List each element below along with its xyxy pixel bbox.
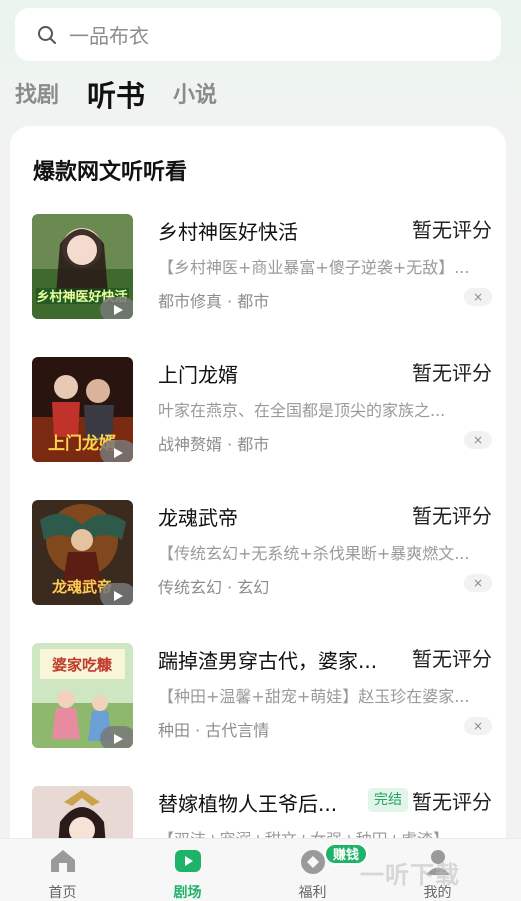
play-icon[interactable]	[100, 297, 133, 319]
cover-title-text: 婆家吃糠	[52, 656, 113, 674]
theater-play-icon	[174, 850, 201, 872]
tab-novel[interactable]: 小说	[173, 76, 217, 116]
play-icon[interactable]	[100, 583, 133, 605]
book-title: 踹掉渣男穿古代，婆家...	[158, 649, 378, 673]
home-icon	[50, 850, 75, 872]
book-title: 替嫁植物人王爷后...	[158, 792, 338, 816]
book-item[interactable]: 乡村神医好快活 乡村神医好快活 暂无评分 【乡村神医+商业暴富+傻子逆袭+无敌】…	[32, 214, 492, 320]
watermark-logo: 一听下载	[360, 861, 460, 889]
coin-icon	[300, 850, 325, 874]
book-item[interactable]: 上门龙婿 上门龙婿 暂无评分 叶家在燕京、在全国都是顶尖的家族之... 战神赘婿…	[32, 357, 492, 463]
book-item[interactable]: 婆家吃糠 踹掉渣男穿古代，婆家... 暂无评分 【种田+温馨+甜宠+萌娃】赵玉珍…	[32, 643, 492, 749]
book-rating: 暂无评分	[412, 647, 492, 671]
tab-find-drama[interactable]: 找剧	[15, 76, 59, 116]
play-icon[interactable]	[100, 440, 133, 462]
recommend-card: 爆款网文听听看 乡村神医好快活 乡村神医好快活 暂无评分 【乡村神医+商业暴富+…	[10, 126, 506, 866]
play-icon[interactable]	[100, 726, 133, 748]
book-cover[interactable]: 上门龙婿	[32, 357, 133, 462]
book-item[interactable]: 龙魂武帝 龙魂武帝 暂无评分 【传统玄幻+无系统+杀伐果断+暴爽燃文... 传统…	[32, 500, 492, 606]
book-desc: 叶家在燕京、在全国都是顶尖的家族之...	[158, 401, 446, 420]
book-title: 龙魂武帝	[158, 506, 238, 530]
section-title: 爆款网文听听看	[33, 160, 188, 185]
dismiss-icon[interactable]: ×	[464, 574, 492, 592]
book-cover[interactable]: 婆家吃糠	[32, 643, 133, 748]
book-desc: 【传统玄幻+无系统+杀伐果断+暴爽燃文...	[158, 544, 470, 563]
completed-badge: 完结	[368, 788, 408, 812]
nav-welfare-label: 福利	[298, 885, 327, 901]
dismiss-icon[interactable]: ×	[464, 288, 492, 306]
search-icon	[38, 25, 56, 44]
book-title: 乡村神医好快活	[158, 220, 298, 244]
book-rating: 暂无评分	[412, 790, 492, 814]
book-title: 上门龙婿	[158, 363, 238, 387]
book-desc: 【乡村神医+商业暴富+傻子逆袭+无敌】...	[158, 258, 470, 277]
nav-theater-label: 剧场	[173, 885, 202, 901]
book-desc: 【种田+温馨+甜宠+萌娃】赵玉珍在婆家...	[158, 687, 470, 706]
nav-theater[interactable]: 剧场	[125, 839, 250, 901]
search-placeholder: 一品布衣	[69, 24, 149, 48]
book-rating: 暂无评分	[412, 218, 492, 242]
nav-home[interactable]: 首页	[0, 839, 125, 901]
book-rating: 暂无评分	[412, 504, 492, 528]
book-rating: 暂无评分	[412, 361, 492, 385]
search-bar[interactable]: 一品布衣	[15, 8, 501, 61]
book-tags: 战神赘婿 · 都市	[158, 435, 270, 454]
category-tabs: 找剧 听书 小说	[15, 76, 245, 116]
dismiss-icon[interactable]: ×	[464, 431, 492, 449]
book-cover[interactable]: 乡村神医好快活	[32, 214, 133, 319]
book-cover[interactable]: 龙魂武帝	[32, 500, 133, 605]
book-tags: 都市修真 · 都市	[158, 292, 270, 311]
book-tags: 种田 · 古代言情	[158, 721, 270, 740]
nav-home-label: 首页	[48, 885, 77, 901]
tab-audiobook[interactable]: 听书	[87, 76, 145, 116]
book-tags: 传统玄幻 · 玄幻	[158, 578, 270, 597]
nav-welfare[interactable]: 赚钱 福利	[250, 839, 375, 901]
dismiss-icon[interactable]: ×	[464, 717, 492, 735]
